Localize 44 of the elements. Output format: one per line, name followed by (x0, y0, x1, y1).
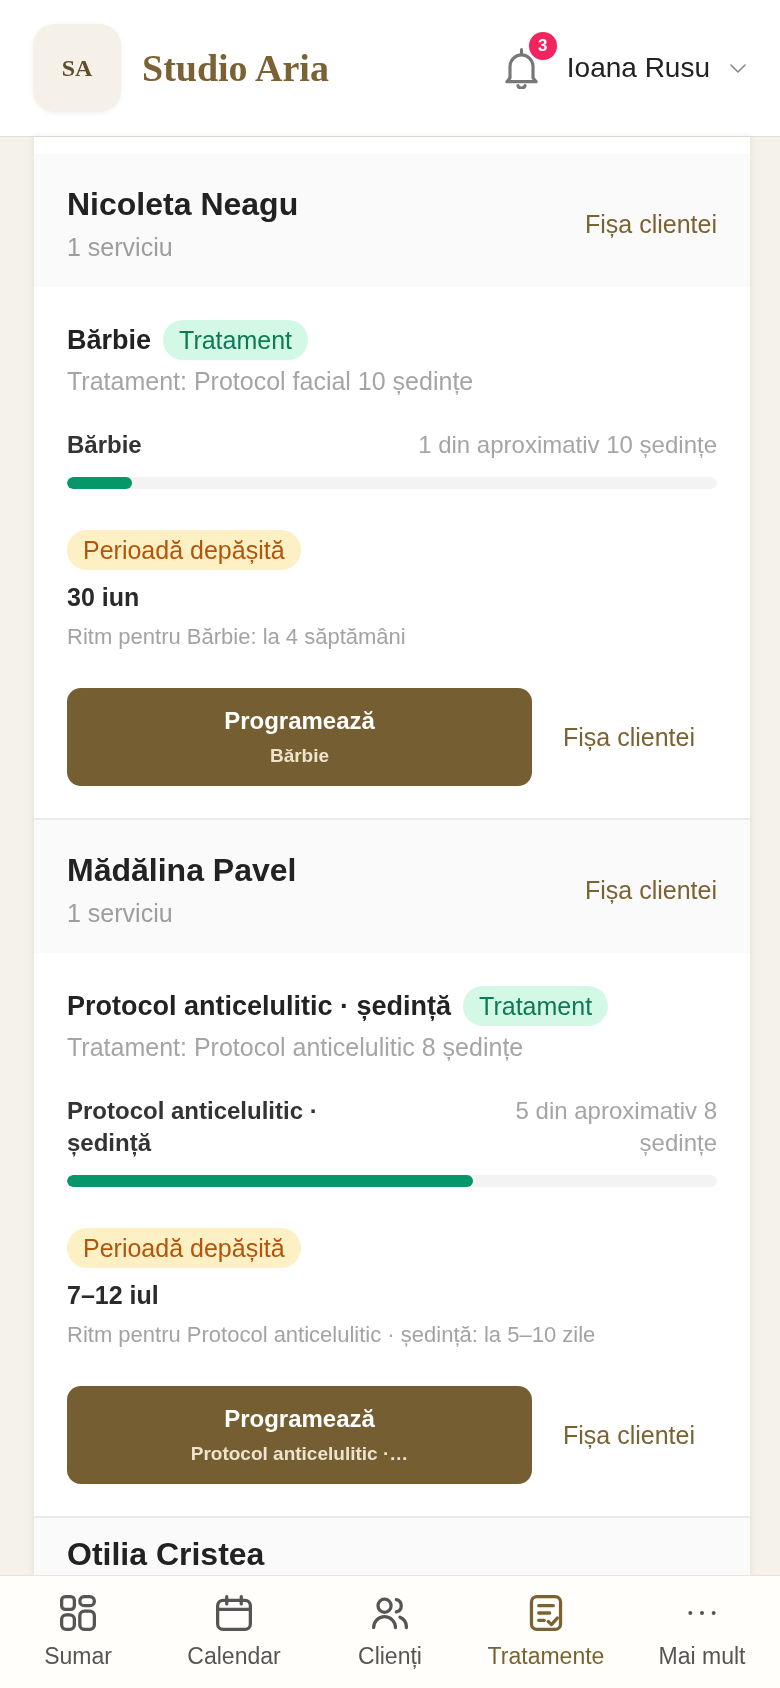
client-profile-link[interactable]: Fișa clientei (585, 874, 717, 905)
nav-tab[interactable]: Sumar (44, 1576, 112, 1670)
client-profile-link[interactable]: Fișa clientei (563, 1420, 695, 1450)
status-tag: Perioadă depășită (67, 530, 301, 570)
chevron-down-icon (730, 63, 746, 73)
progress-reading: 5 din aproximativ 8 ședințe (514, 1096, 717, 1158)
document-check-icon (528, 1595, 564, 1631)
progress-label: Bărbie (67, 430, 142, 460)
more-icon (687, 1610, 717, 1616)
client-name: Nicoleta Neagu (67, 185, 299, 223)
people-icon (372, 1595, 408, 1631)
service-count: 1 serviciu (67, 232, 174, 262)
notifications-button[interactable] (504, 47, 538, 89)
notification-count: 3 (528, 31, 557, 60)
logo-monogram: SA (33, 24, 121, 112)
category-tag: Tratament (463, 986, 609, 1026)
client-profile-link[interactable]: Fișa clientei (585, 208, 717, 239)
service-title: Bărbie (67, 324, 152, 357)
grid-icon (60, 1595, 96, 1631)
progress-label: Protocol anticelulitic · ședință (67, 1096, 319, 1159)
book-button[interactable]: Programează Protocol anticelulitic ·… (67, 1386, 532, 1484)
service-count: 1 serviciu (67, 898, 174, 928)
nav-tab[interactable]: Tratamente (487, 1576, 605, 1670)
due-date: 7–12 iul (67, 1280, 160, 1310)
category-tag: Tratament (163, 320, 309, 360)
progress-reading: 1 din aproximativ 10 ședințe (418, 430, 717, 460)
rhythm-note: Ritm pentru Bărbie: la 4 săptămâni (67, 623, 407, 651)
client-name: Mădălina Pavel (67, 851, 297, 889)
nav-tab[interactable]: Calendar (187, 1576, 281, 1670)
client-name: Otilia Cristea (67, 1535, 265, 1573)
calendar-icon (216, 1595, 252, 1631)
service-title: Protocol anticelulitic · ședință (67, 990, 452, 1023)
client-profile-link[interactable]: Fișa clientei (563, 722, 695, 752)
bell-icon (504, 47, 538, 89)
nav-tab[interactable]: Mai mult (658, 1576, 746, 1670)
book-button[interactable]: Programează Bărbie (67, 688, 532, 786)
treatment-plan: Tratament: Protocol anticelulitic 8 ședințe (67, 1032, 525, 1062)
nav-tab[interactable]: Clienți (358, 1576, 422, 1670)
status-tag: Perioadă depășită (67, 1228, 301, 1268)
treatment-plan: Tratament: Protocol facial 10 ședințe (67, 366, 475, 396)
rhythm-note: Ritm pentru Protocol anticelulitic · ședință: la 5–10 zile (67, 1321, 597, 1349)
due-date: 30 iun (67, 582, 141, 612)
brand-name: Studio Aria (142, 46, 329, 90)
user-menu-button[interactable]: Ioana Rusu (566, 51, 746, 85)
